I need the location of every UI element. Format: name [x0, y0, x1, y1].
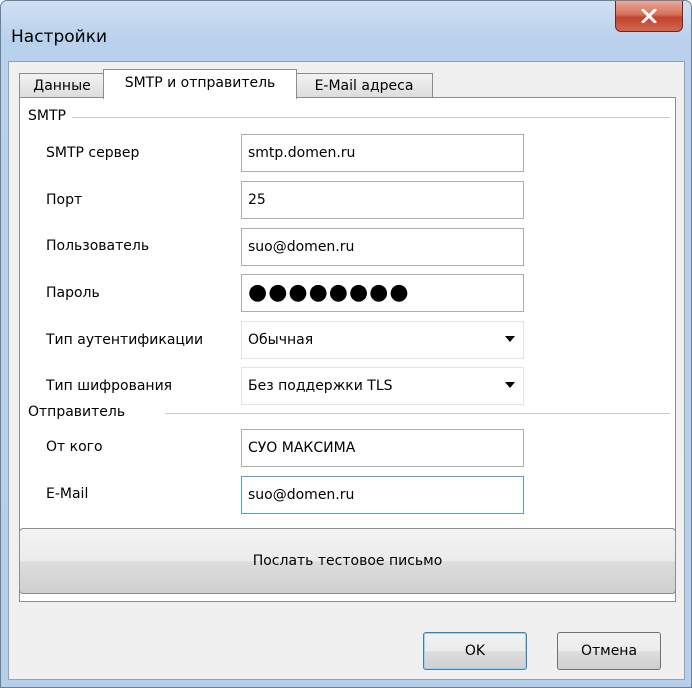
send-test-email-button[interactable]: Послать тестовое письмо [19, 528, 676, 594]
port-label: Порт [46, 192, 83, 208]
tab-email-addresses[interactable]: E-Mail адреса [295, 73, 433, 98]
smtp-group-title: SMTP [28, 108, 72, 124]
encryption-type-label: Тип шифрования [46, 378, 173, 394]
auth-type-label: Тип аутентификации [46, 332, 204, 348]
encryption-type-value: Без поддержки TLS [248, 378, 393, 394]
tab-data[interactable]: Данные [19, 73, 105, 98]
sender-group-title: Отправитель [28, 404, 132, 420]
sender-group-line [165, 413, 670, 414]
close-button[interactable] [615, 1, 683, 32]
ok-button[interactable]: OK [423, 632, 527, 670]
window-title: Настройки [11, 27, 108, 47]
from-label: От кого [46, 439, 103, 455]
tab-smtp-sender[interactable]: SMTP и отправитель [103, 69, 297, 99]
auth-type-select[interactable]: Обычная [241, 321, 524, 359]
password-label: Пароль [46, 285, 100, 301]
password-input[interactable]: ●●●●●●●● [241, 274, 524, 312]
port-input[interactable] [241, 181, 524, 219]
smtp-server-input[interactable] [241, 134, 524, 172]
title-bar: Настройки [1, 1, 691, 53]
from-input[interactable] [241, 429, 524, 467]
close-icon [641, 9, 657, 23]
tab-panel-smtp: SMTP SMTP сервер Порт Пользователь Парол… [19, 97, 676, 602]
encryption-type-select[interactable]: Без поддержки TLS [241, 367, 524, 405]
cancel-button[interactable]: Отмена [557, 632, 661, 670]
user-label: Пользователь [46, 238, 150, 254]
smtp-group-line [70, 117, 670, 118]
email-label: E-Mail [46, 486, 89, 502]
email-input[interactable] [241, 476, 524, 514]
chevron-down-icon [505, 382, 515, 388]
auth-type-value: Обычная [248, 332, 314, 348]
user-input[interactable] [241, 228, 524, 266]
smtp-server-label: SMTP сервер [46, 145, 140, 161]
chevron-down-icon [505, 336, 515, 342]
dialog-client-area: Данные SMTP и отправитель E-Mail адреса … [8, 61, 685, 680]
